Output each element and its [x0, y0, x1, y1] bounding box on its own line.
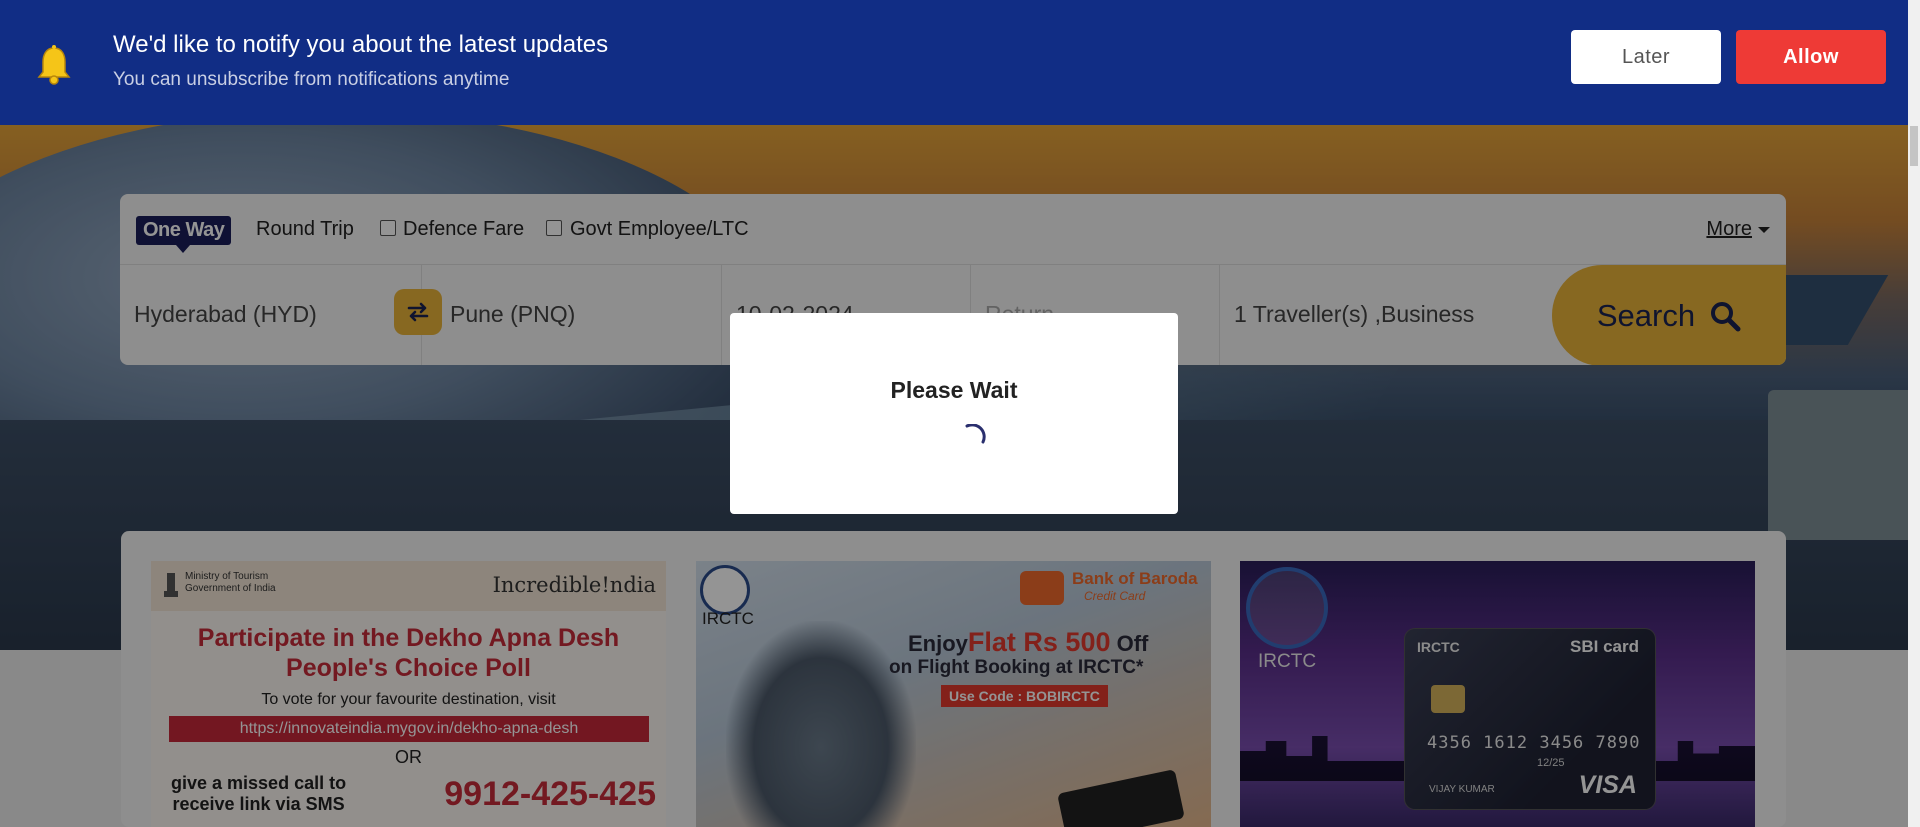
please-wait-dialog: Please Wait — [730, 313, 1178, 514]
notification-subtitle: You can unsubscribe from notifications a… — [113, 69, 510, 90]
allow-button[interactable]: Allow — [1736, 30, 1886, 84]
scrollbar-thumb[interactable] — [1910, 126, 1918, 166]
notification-title: We'd like to notify you about the latest… — [113, 31, 609, 58]
bell-icon — [37, 45, 71, 85]
notification-prompt: We'd like to notify you about the latest… — [0, 0, 1908, 125]
page-scrollbar[interactable] — [1908, 0, 1920, 827]
later-button[interactable]: Later — [1571, 30, 1721, 84]
dialog-title: Please Wait — [890, 377, 1018, 403]
loading-spinner-icon — [965, 424, 986, 444]
